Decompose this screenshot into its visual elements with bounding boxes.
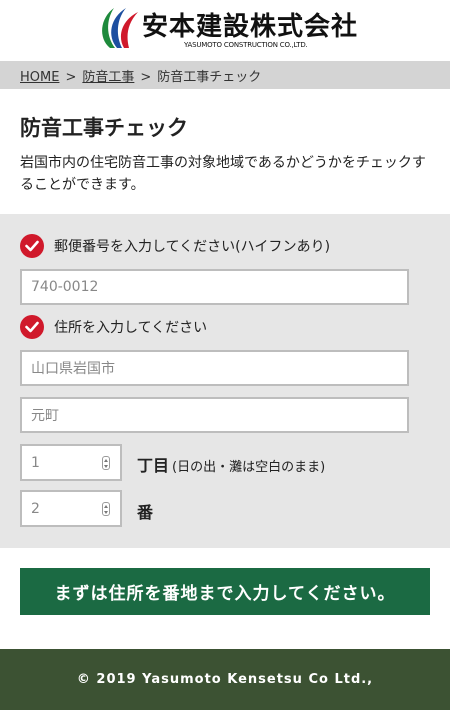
breadcrumb: HOME > 防音工事 > 防音工事チェック xyxy=(0,61,450,89)
chome-label-text: 丁目 xyxy=(137,456,170,475)
company-logo[interactable]: 安本建設株式会社 YASUMOTO CONSTRUCTION CO.,LTD. xyxy=(96,4,359,54)
postal-code-label: 郵便番号を入力してください(ハイフンあり) xyxy=(20,234,330,258)
number-spinner-icon[interactable] xyxy=(102,502,110,516)
postal-code-input[interactable]: 740-0012 xyxy=(20,269,409,305)
breadcrumb-home-link[interactable]: HOME xyxy=(20,70,59,85)
site-footer: © 2019 Yasumoto Kensetsu Co Ltd., xyxy=(0,649,450,710)
ban-number-value: 2 xyxy=(31,500,40,517)
chome-number-input[interactable]: 1 xyxy=(20,444,122,481)
breadcrumb-soundproof-link[interactable]: 防音工事 xyxy=(82,70,134,85)
site-header: 安本建設株式会社 YASUMOTO CONSTRUCTION CO.,LTD. xyxy=(0,0,450,61)
logo-subtitle: YASUMOTO CONSTRUCTION CO.,LTD. xyxy=(184,41,308,49)
address-city-input[interactable]: 山口県岩国市 xyxy=(20,350,409,386)
ban-label: 番 xyxy=(137,503,154,522)
breadcrumb-separator: > xyxy=(140,70,152,85)
logo-text: 安本建設株式会社 xyxy=(142,12,359,42)
submit-button[interactable]: まずは住所を番地まで入力してください。 xyxy=(20,568,430,615)
postal-code-label-text: 郵便番号を入力してください(ハイフンあり) xyxy=(54,239,331,255)
check-circle-icon xyxy=(20,315,44,339)
page-title: 防音工事チェック xyxy=(20,116,188,140)
breadcrumb-separator: > xyxy=(65,70,77,85)
number-spinner-icon[interactable] xyxy=(102,456,110,470)
ban-number-input[interactable]: 2 xyxy=(20,490,122,527)
company-logo-icon xyxy=(102,8,138,48)
chome-number-value: 1 xyxy=(31,454,40,471)
intro-text: 岩国市内の住宅防音工事の対象地域であるかどうかをチェックすることができます。 xyxy=(20,155,426,193)
address-town-input[interactable]: 元町 xyxy=(20,397,409,433)
chome-note: (日の出・灘は空白のまま) xyxy=(172,460,326,475)
address-check-form: 郵便番号を入力してください(ハイフンあり) 740-0012 住所を入力してくだ… xyxy=(0,214,450,548)
address-label-text: 住所を入力してください xyxy=(54,320,208,336)
breadcrumb-current: 防音工事チェック xyxy=(157,70,262,85)
copyright-text: © 2019 Yasumoto Kensetsu Co Ltd., xyxy=(76,672,374,687)
address-label: 住所を入力してください xyxy=(20,315,207,339)
check-circle-icon xyxy=(20,234,44,258)
chome-label: 丁目 (日の出・灘は空白のまま) xyxy=(137,452,325,476)
